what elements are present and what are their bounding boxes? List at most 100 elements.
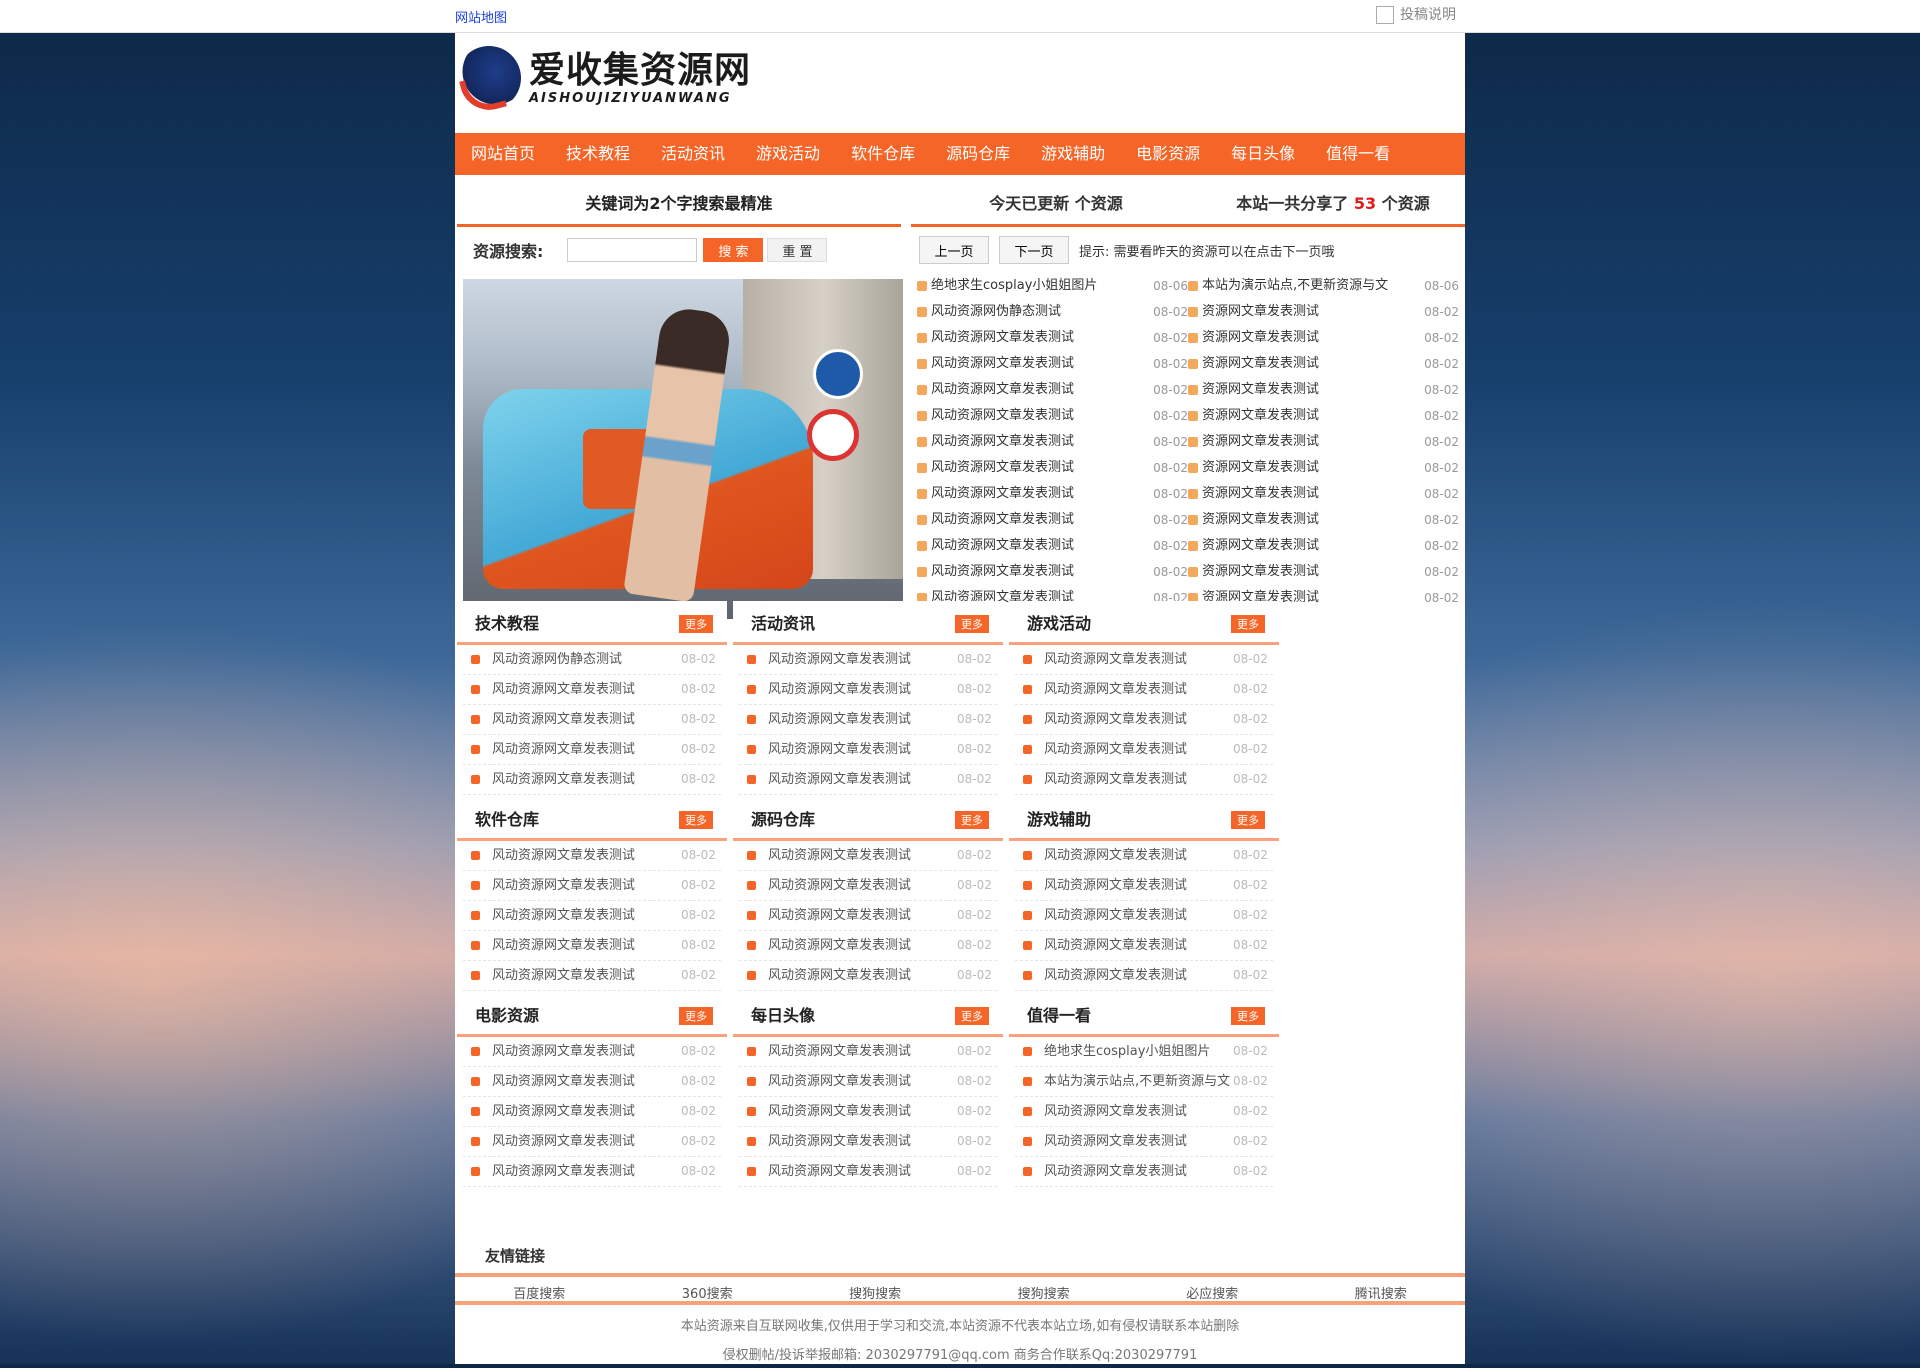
news-title[interactable]: 风动资源网文章发表测试 bbox=[931, 325, 1148, 351]
news-title[interactable]: 风动资源网文章发表测试 bbox=[931, 455, 1148, 481]
category-item-title[interactable]: 风动资源网文章发表测试 bbox=[768, 675, 957, 704]
category-item[interactable]: 风动资源网文章发表测试 08-02 bbox=[739, 1067, 997, 1097]
news-item[interactable]: 风动资源网文章发表测试 08-02 bbox=[917, 559, 1188, 585]
news-item[interactable]: 风动资源网伪静态测试 08-02 bbox=[917, 299, 1188, 325]
nav-item[interactable]: 游戏辅助 bbox=[1041, 133, 1105, 175]
news-item[interactable]: 资源网文章发表测试 08-02 bbox=[1188, 455, 1459, 481]
category-item-title[interactable]: 风动资源网文章发表测试 bbox=[492, 735, 681, 764]
category-item[interactable]: 风动资源网文章发表测试 08-02 bbox=[1015, 1097, 1273, 1127]
category-item[interactable]: 风动资源网文章发表测试 08-02 bbox=[463, 675, 721, 705]
friend-link[interactable]: 搜狗搜索 bbox=[849, 1283, 901, 1302]
category-item[interactable]: 风动资源网文章发表测试 08-02 bbox=[739, 735, 997, 765]
category-item[interactable]: 风动资源网文章发表测试 08-02 bbox=[739, 1037, 997, 1067]
category-item[interactable]: 风动资源网文章发表测试 08-02 bbox=[739, 901, 997, 931]
category-item-title[interactable]: 风动资源网文章发表测试 bbox=[1044, 931, 1233, 960]
news-title[interactable]: 绝地求生cosplay小姐姐图片 bbox=[931, 273, 1148, 299]
category-item-title[interactable]: 风动资源网文章发表测试 bbox=[1044, 705, 1233, 734]
news-title[interactable]: 资源网文章发表测试 bbox=[1202, 325, 1419, 351]
category-item-title[interactable]: 风动资源网文章发表测试 bbox=[1044, 1157, 1233, 1186]
news-item[interactable]: 资源网文章发表测试 08-02 bbox=[1188, 299, 1459, 325]
news-title[interactable]: 资源网文章发表测试 bbox=[1202, 429, 1419, 455]
friend-link[interactable]: 腾讯搜索 bbox=[1355, 1283, 1407, 1302]
news-item[interactable]: 资源网文章发表测试 08-02 bbox=[1188, 377, 1459, 403]
category-item-title[interactable]: 风动资源网文章发表测试 bbox=[768, 871, 957, 900]
category-item-title[interactable]: 风动资源网文章发表测试 bbox=[1044, 901, 1233, 930]
category-item[interactable]: 风动资源网文章发表测试 08-02 bbox=[1015, 645, 1273, 675]
news-title[interactable]: 风动资源网文章发表测试 bbox=[931, 429, 1148, 455]
category-title[interactable]: 游戏活动 bbox=[1027, 603, 1091, 645]
category-item[interactable]: 风动资源网文章发表测试 08-02 bbox=[463, 1127, 721, 1157]
news-title[interactable]: 资源网文章发表测试 bbox=[1202, 455, 1419, 481]
category-item-title[interactable]: 风动资源网文章发表测试 bbox=[768, 645, 957, 674]
news-item[interactable]: 风动资源网文章发表测试 08-02 bbox=[917, 351, 1188, 377]
category-item[interactable]: 风动资源网文章发表测试 08-02 bbox=[463, 1097, 721, 1127]
news-item[interactable]: 本站为演示站点,不更新资源与文 08-06 bbox=[1188, 273, 1459, 299]
friend-link[interactable]: 搜狗搜索 bbox=[1018, 1283, 1070, 1302]
category-item-title[interactable]: 风动资源网文章发表测试 bbox=[768, 705, 957, 734]
category-item[interactable]: 本站为演示站点,不更新资源与文 08-02 bbox=[1015, 1067, 1273, 1097]
news-item[interactable]: 风动资源网文章发表测试 08-02 bbox=[917, 403, 1188, 429]
category-item[interactable]: 绝地求生cosplay小姐姐图片 08-02 bbox=[1015, 1037, 1273, 1067]
category-item[interactable]: 风动资源网文章发表测试 08-02 bbox=[739, 841, 997, 871]
reset-button[interactable]: 重 置 bbox=[767, 238, 828, 262]
news-title[interactable]: 资源网文章发表测试 bbox=[1202, 299, 1419, 325]
news-title[interactable]: 资源网文章发表测试 bbox=[1202, 377, 1419, 403]
category-item-title[interactable]: 风动资源网伪静态测试 bbox=[492, 645, 681, 674]
category-item-title[interactable]: 绝地求生cosplay小姐姐图片 bbox=[1044, 1037, 1233, 1066]
category-item[interactable]: 风动资源网文章发表测试 08-02 bbox=[463, 1157, 721, 1187]
category-item[interactable]: 风动资源网文章发表测试 08-02 bbox=[463, 705, 721, 735]
news-title[interactable]: 风动资源网文章发表测试 bbox=[931, 377, 1148, 403]
category-item-title[interactable]: 风动资源网文章发表测试 bbox=[768, 1067, 957, 1096]
category-title[interactable]: 活动资讯 bbox=[751, 603, 815, 645]
category-item-title[interactable]: 风动资源网文章发表测试 bbox=[768, 901, 957, 930]
category-item[interactable]: 风动资源网文章发表测试 08-02 bbox=[1015, 1157, 1273, 1187]
category-item-title[interactable]: 风动资源网文章发表测试 bbox=[492, 961, 681, 990]
news-title[interactable]: 风动资源网文章发表测试 bbox=[931, 533, 1148, 559]
more-button[interactable]: 更多 bbox=[1231, 811, 1265, 829]
news-title[interactable]: 资源网文章发表测试 bbox=[1202, 481, 1419, 507]
nav-item[interactable]: 电影资源 bbox=[1136, 133, 1200, 175]
category-item-title[interactable]: 风动资源网文章发表测试 bbox=[1044, 871, 1233, 900]
category-item[interactable]: 风动资源网文章发表测试 08-02 bbox=[1015, 705, 1273, 735]
category-item-title[interactable]: 风动资源网文章发表测试 bbox=[768, 1127, 957, 1156]
nav-item[interactable]: 每日头像 bbox=[1231, 133, 1295, 175]
category-title[interactable]: 值得一看 bbox=[1027, 995, 1091, 1037]
category-item-title[interactable]: 风动资源网文章发表测试 bbox=[1044, 1127, 1233, 1156]
category-item[interactable]: 风动资源网文章发表测试 08-02 bbox=[1015, 735, 1273, 765]
more-button[interactable]: 更多 bbox=[679, 615, 713, 633]
news-item[interactable]: 资源网文章发表测试 08-02 bbox=[1188, 507, 1459, 533]
category-item-title[interactable]: 风动资源网文章发表测试 bbox=[768, 735, 957, 764]
category-item[interactable]: 风动资源网文章发表测试 08-02 bbox=[463, 735, 721, 765]
category-item-title[interactable]: 风动资源网文章发表测试 bbox=[492, 1097, 681, 1126]
more-button[interactable]: 更多 bbox=[1231, 1007, 1265, 1025]
category-item[interactable]: 风动资源网文章发表测试 08-02 bbox=[463, 765, 721, 795]
news-item[interactable]: 绝地求生cosplay小姐姐图片 08-06 bbox=[917, 273, 1188, 299]
more-button[interactable]: 更多 bbox=[955, 615, 989, 633]
friend-link[interactable]: 360搜索 bbox=[682, 1283, 733, 1302]
category-item-title[interactable]: 风动资源网文章发表测试 bbox=[768, 1097, 957, 1126]
news-item[interactable]: 资源网文章发表测试 08-02 bbox=[1188, 403, 1459, 429]
nav-item[interactable]: 网站首页 bbox=[471, 133, 535, 175]
news-item[interactable]: 资源网文章发表测试 08-02 bbox=[1188, 325, 1459, 351]
sitemap-link[interactable]: 网站地图 bbox=[455, 7, 507, 26]
category-item-title[interactable]: 风动资源网文章发表测试 bbox=[492, 1157, 681, 1186]
category-item-title[interactable]: 风动资源网文章发表测试 bbox=[492, 901, 681, 930]
category-item[interactable]: 风动资源网文章发表测试 08-02 bbox=[739, 931, 997, 961]
category-item[interactable]: 风动资源网文章发表测试 08-02 bbox=[739, 765, 997, 795]
category-item-title[interactable]: 风动资源网文章发表测试 bbox=[1044, 735, 1233, 764]
category-title[interactable]: 软件仓库 bbox=[475, 799, 539, 841]
contribute-link[interactable]: 投稿说明 bbox=[1376, 4, 1456, 24]
category-item-title[interactable]: 风动资源网文章发表测试 bbox=[492, 675, 681, 704]
category-item[interactable]: 风动资源网文章发表测试 08-02 bbox=[739, 645, 997, 675]
category-title[interactable]: 游戏辅助 bbox=[1027, 799, 1091, 841]
nav-item[interactable]: 活动资讯 bbox=[661, 133, 725, 175]
nav-item[interactable]: 源码仓库 bbox=[946, 133, 1010, 175]
search-button[interactable]: 搜 索 bbox=[703, 238, 764, 262]
nav-item[interactable]: 值得一看 bbox=[1326, 133, 1390, 175]
nav-item[interactable]: 软件仓库 bbox=[851, 133, 915, 175]
news-item[interactable]: 风动资源网文章发表测试 08-02 bbox=[917, 533, 1188, 559]
category-item-title[interactable]: 风动资源网文章发表测试 bbox=[492, 1067, 681, 1096]
category-item[interactable]: 风动资源网文章发表测试 08-02 bbox=[1015, 675, 1273, 705]
news-title[interactable]: 风动资源网文章发表测试 bbox=[931, 481, 1148, 507]
category-item[interactable]: 风动资源网文章发表测试 08-02 bbox=[739, 961, 997, 991]
